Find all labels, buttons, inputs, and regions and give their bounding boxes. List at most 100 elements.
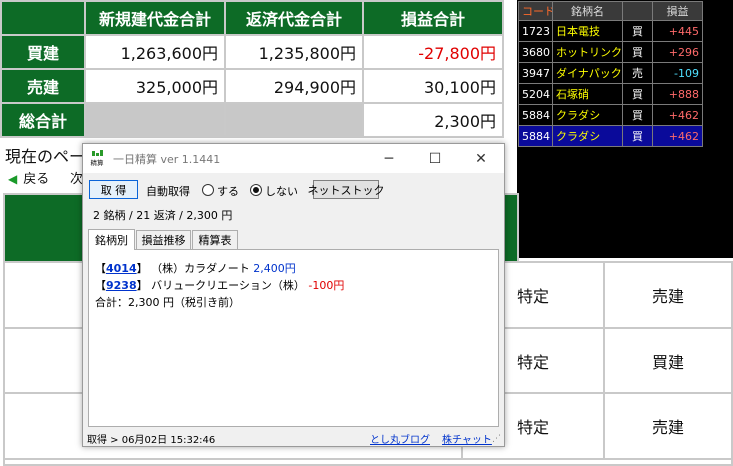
resize-grip-icon[interactable]: ⋰ (492, 434, 501, 444)
stock-amount: -100円 (308, 279, 345, 292)
ticker-code: 1723 (518, 20, 553, 42)
minimize-button[interactable]: ─ (366, 144, 412, 173)
ticker-pl: +462 (652, 125, 703, 147)
ticker-code: 3680 (518, 41, 553, 63)
summary-row-label: 総合計 (0, 102, 86, 138)
ticker-row[interactable]: 5884 クラダシ 買 +462 (518, 104, 703, 126)
ticker-header-pl: 損益 (652, 1, 703, 21)
bracket-open: 【 (95, 279, 106, 292)
back-link[interactable]: ◀ 戻る (8, 168, 49, 187)
app-icon: 精算 (89, 150, 105, 167)
summary-pl-value: 2,300円 (362, 102, 504, 138)
get-button[interactable]: 取 得 (89, 180, 138, 199)
bracket-close: 】 (136, 262, 148, 275)
ticker-side: 買 (622, 20, 653, 42)
ticker-name: クラダシ (552, 104, 623, 126)
auto-fetch-on-label[interactable]: する (217, 183, 239, 199)
ticker-name: クラダシ (552, 125, 623, 147)
stock-chat-link[interactable]: 株チャット (442, 431, 492, 446)
summary-header-new: 新規建代金合計 (84, 0, 226, 36)
summary-header-close: 返済代金合計 (224, 0, 364, 36)
ticker-side: 売 (622, 62, 653, 84)
title-bar[interactable]: 精算 一日精算 ver 1.1441 ─ ☐ ✕ (83, 144, 504, 173)
ticker-pl: +462 (652, 104, 703, 126)
summary-new-value: 325,000円 (84, 68, 226, 104)
summary-new-value: 1,263,600円 (84, 34, 226, 70)
current-page-label: 現在のペー (5, 147, 86, 166)
window-title: 一日精算 ver 1.1441 (113, 153, 221, 166)
ticker-side: 買 (622, 125, 653, 147)
trade-side-cell: 売建 (603, 392, 733, 460)
tab-panel: 【4014】 （株）カラダノート 2,400円 【9238】 バリュークリエーシ… (88, 249, 499, 427)
summary-table: 新規建代金合計 返済代金合計 損益合計 買建 1,263,600円 1,235,… (0, 0, 504, 138)
app-icon-text: 精算 (91, 158, 105, 167)
ticker-row-selected[interactable]: 5884 クラダシ 買 +462 (518, 125, 703, 147)
ticker-name: 日本電技 (552, 20, 623, 42)
bracket-close: 】 (136, 279, 148, 292)
maximize-button[interactable]: ☐ (412, 144, 458, 173)
summary-row-buy: 買建 1,263,600円 1,235,800円 -27,800円 (0, 34, 504, 70)
summary-close-value: 294,900円 (224, 68, 364, 104)
maximize-icon: ☐ (428, 150, 442, 167)
auto-fetch-label: 自動取得 (146, 185, 190, 198)
ticker-row[interactable]: 3947 ダイナパック 売 -109 (518, 62, 703, 84)
bracket-open: 【 (95, 262, 106, 275)
netstock-button[interactable]: ネットストック (308, 180, 385, 199)
summary-stats: 2 銘柄 / 21 返済 / 2,300 円 (93, 209, 233, 222)
tab-pl-trend[interactable]: 損益推移 (136, 230, 191, 249)
summary-row-total: 総合計 2,300円 (0, 102, 504, 138)
summary-header-pl: 損益合計 (362, 0, 504, 36)
trade-side-cell: 買建 (603, 327, 733, 394)
ticker-header-name: 銘柄名 (552, 1, 623, 21)
summary-pl-value: 30,100円 (362, 68, 504, 104)
ticker-header-side (622, 1, 653, 21)
summary-close-value: 1,235,800円 (224, 34, 364, 70)
stock-code-link[interactable]: 4014 (106, 262, 137, 275)
toolbar: 取 得 自動取得 する しない ネットストック (83, 173, 504, 203)
back-arrow-icon: ◀ (8, 172, 18, 186)
close-button[interactable]: ✕ (458, 144, 504, 173)
ticker-name: ホットリンク (552, 41, 623, 63)
ticker-pl: +445 (652, 20, 703, 42)
summary-row-label: 買建 (0, 34, 86, 70)
total-line: 合計：2,300 円（税引き前） (95, 296, 240, 309)
ticker-row[interactable]: 5204 石塚硝 買 +888 (518, 83, 703, 105)
auto-fetch-off-radio[interactable] (250, 184, 262, 196)
ticker-code: 5884 (518, 104, 553, 126)
auto-fetch-on-radio[interactable] (202, 184, 214, 196)
ticker-pl: +296 (652, 41, 703, 63)
ticker-code: 5884 (518, 125, 553, 147)
ticker-row[interactable]: 1723 日本電技 買 +445 (518, 20, 703, 42)
ticker-header-row: コード 銘柄名 損益 (518, 1, 703, 21)
status-text: 取得 > 06月02日 15:32:46 (87, 435, 216, 446)
back-link-label: 戻る (23, 172, 50, 187)
summary-pl-value: -27,800円 (362, 34, 504, 70)
ticker-code: 5204 (518, 83, 553, 105)
stock-name: バリュークリエーション（株） (151, 279, 305, 292)
ticker-code: 3947 (518, 62, 553, 84)
summary-header-blank (0, 0, 86, 36)
ticker-name: ダイナパック (552, 62, 623, 84)
ticker-pl: -109 (652, 62, 703, 84)
close-icon: ✕ (475, 150, 487, 167)
summary-close-value (224, 102, 364, 138)
ticker-side: 買 (622, 83, 653, 105)
settlement-window: 精算 一日精算 ver 1.1441 ─ ☐ ✕ 取 得 自動取得 する しない… (82, 143, 505, 447)
blog-link[interactable]: とし丸ブログ (370, 431, 430, 446)
stock-line: 【9238】 バリュークリエーション（株） -100円 (95, 277, 344, 293)
summary-row-label: 売建 (0, 68, 86, 104)
ticker-pl: +888 (652, 83, 703, 105)
stock-code-link[interactable]: 9238 (106, 279, 137, 292)
tab-settlement[interactable]: 精算表 (192, 230, 238, 249)
tab-by-stock[interactable]: 銘柄別 (88, 229, 135, 250)
ticker-side: 買 (622, 104, 653, 126)
ticker-side: 買 (622, 41, 653, 63)
status-bar: 取得 > 06月02日 15:32:46 とし丸ブログ 株チャット ⋰ (83, 428, 504, 446)
minimize-icon: ─ (384, 150, 394, 167)
summary-row-sell: 売建 325,000円 294,900円 30,100円 (0, 68, 504, 104)
auto-fetch-off-label[interactable]: しない (265, 183, 298, 199)
trade-cell (3, 458, 733, 466)
ticker-row[interactable]: 3680 ホットリンク 買 +296 (518, 41, 703, 63)
trade-side-cell: 売建 (603, 261, 733, 329)
ticker-name: 石塚硝 (552, 83, 623, 105)
